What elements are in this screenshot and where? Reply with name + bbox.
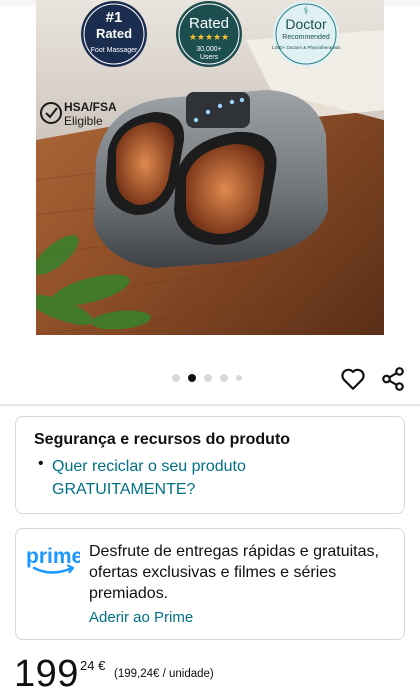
prime-logo: prime <box>26 541 83 577</box>
safety-title: Segurança e recursos do produto <box>34 431 291 448</box>
carousel-dot[interactable] <box>204 374 212 382</box>
hsa-line2: Eligible <box>64 114 103 128</box>
rating-title: Rated <box>189 15 229 32</box>
rank-badge: #1 Rated Foot Massager <box>81 1 147 67</box>
price-fraction: 24 € <box>80 658 106 673</box>
rank-rated: Rated <box>96 26 132 41</box>
wishlist-heart-icon[interactable] <box>340 366 366 392</box>
rating-users: Users <box>200 54 219 61</box>
product-image[interactable]: #1 Rated Foot Massager Rated ★★★★★ 30,00… <box>36 0 384 335</box>
rating-badge: Rated ★★★★★ 30,000+ Users <box>176 1 242 67</box>
doctor-rec: Recommended <box>282 34 330 41</box>
rank-number: #1 <box>106 9 123 26</box>
unit-price: (199,24€ / unidade) <box>114 668 214 680</box>
price-block: 199 24 € (199,24€ / unidade) <box>14 652 414 696</box>
product-photo: #1 Rated Foot Massager Rated ★★★★★ 30,00… <box>36 0 384 335</box>
doctor-title: Doctor <box>285 16 327 32</box>
recycle-product-link[interactable]: Quer reciclar o seu produto GRATUITAMENT… <box>52 455 352 501</box>
prime-description: Desfrute de entregas rápidas e gratuitas… <box>89 543 379 602</box>
carousel-dot[interactable] <box>220 374 228 382</box>
bullet: • <box>38 455 44 472</box>
rating-stars-icon: ★★★★★ <box>189 32 229 42</box>
product-safety-card: Segurança e recursos do produto • Quer r… <box>15 416 405 514</box>
doctor-sub: 1,500+ Doctors & Physiotherapists <box>271 45 341 50</box>
image-carousel-controls <box>0 362 420 398</box>
rank-sub: Foot Massager <box>91 47 138 54</box>
hsa-line1: HSA/FSA <box>64 100 117 114</box>
join-prime-link[interactable]: Aderir ao Prime <box>89 609 193 626</box>
section-divider <box>0 404 420 406</box>
rating-count: 30,000+ <box>196 46 222 53</box>
carousel-dot[interactable] <box>236 375 242 381</box>
carousel-dot-active[interactable] <box>188 374 196 382</box>
prime-logo-text: prime <box>26 545 80 568</box>
carousel-dot[interactable] <box>172 374 180 382</box>
share-icon[interactable] <box>380 366 406 392</box>
carousel-dots <box>172 374 242 382</box>
price-whole: 199 <box>14 653 79 695</box>
prime-promo-card: prime Desfrute de entregas rápidas e gra… <box>15 528 405 640</box>
